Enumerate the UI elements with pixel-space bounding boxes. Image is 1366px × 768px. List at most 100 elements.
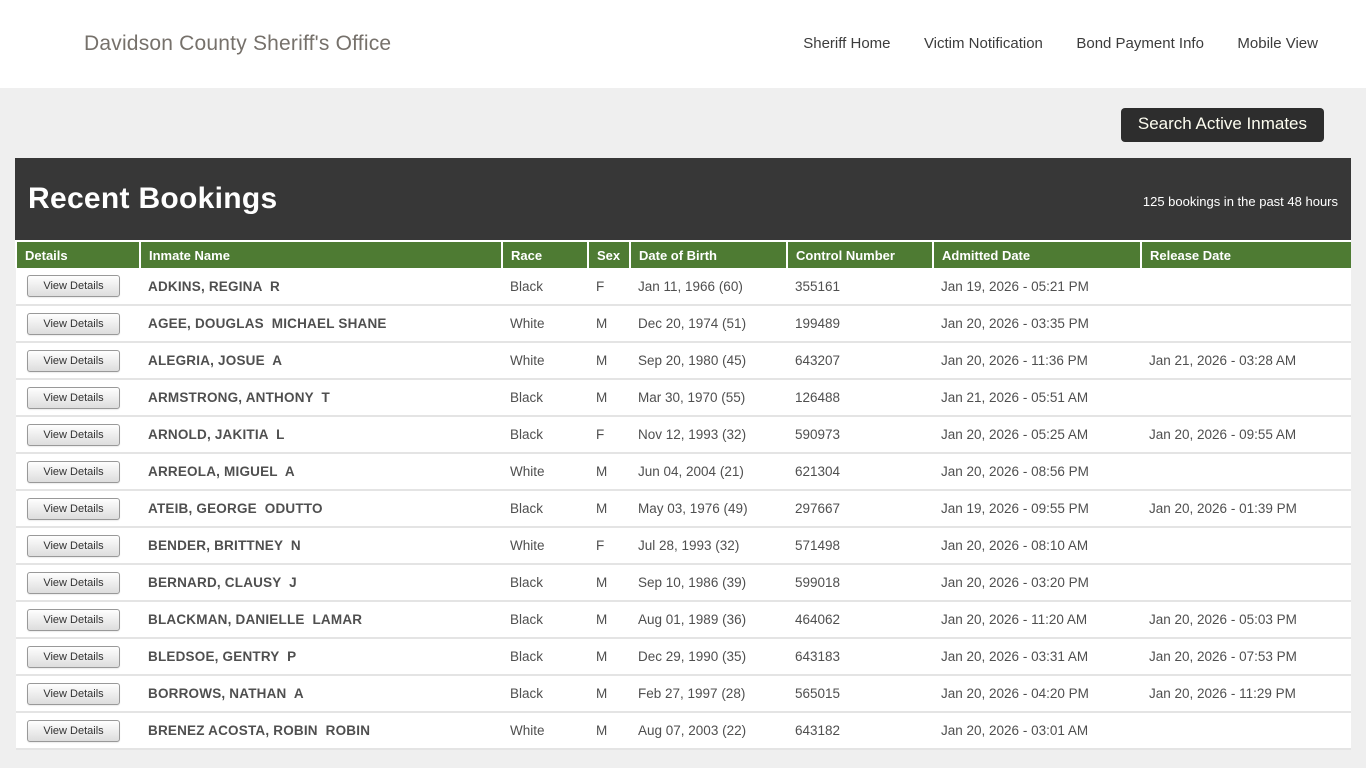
release-date: [1141, 379, 1351, 417]
inmate-dob: Aug 01, 1989 (36): [630, 601, 787, 639]
control-number: 199489: [787, 305, 933, 343]
col-header-date-of-birth: Date of Birth: [629, 240, 787, 268]
control-number: 565015: [787, 675, 933, 713]
admitted-date: Jan 20, 2026 - 08:10 AM: [933, 527, 1141, 565]
control-number: 621304: [787, 453, 933, 491]
nav-sheriff-home[interactable]: Sheriff Home: [803, 35, 890, 52]
nav-victim-notification[interactable]: Victim Notification: [924, 35, 1043, 52]
inmate-sex: M: [588, 638, 630, 676]
col-header-control-number: Control Number: [786, 240, 933, 268]
table-row: View Details BERNARD, CLAUSY J Black M S…: [16, 564, 1351, 602]
inmate-dob: Jan 11, 1966 (60): [630, 268, 787, 306]
nav-bond-payment-info[interactable]: Bond Payment Info: [1076, 35, 1204, 52]
bookings-table: Details Inmate Name Race Sex Date of Bir…: [15, 240, 1351, 750]
release-date: Jan 20, 2026 - 07:53 PM: [1141, 638, 1351, 676]
inmate-sex: M: [588, 305, 630, 343]
admitted-date: Jan 20, 2026 - 03:31 AM: [933, 638, 1141, 676]
inmate-race: Black: [502, 675, 588, 713]
inmate-race: Black: [502, 490, 588, 528]
view-details-button[interactable]: View Details: [27, 571, 120, 594]
admitted-date: Jan 20, 2026 - 03:01 AM: [933, 712, 1141, 750]
admitted-date: Jan 19, 2026 - 05:21 PM: [933, 268, 1141, 306]
inmate-sex: M: [588, 453, 630, 491]
inmate-sex: M: [588, 564, 630, 602]
view-details-button[interactable]: View Details: [27, 497, 120, 520]
release-date: Jan 20, 2026 - 05:03 PM: [1141, 601, 1351, 639]
inmate-race: White: [502, 527, 588, 565]
release-date: [1141, 527, 1351, 565]
inmate-race: Black: [502, 564, 588, 602]
control-number: 590973: [787, 416, 933, 454]
table-row: View Details ATEIB, GEORGE ODUTTO Black …: [16, 490, 1351, 528]
inmate-sex: M: [588, 342, 630, 380]
bookings-table-body: View Details ADKINS, REGINA R Black F Ja…: [16, 268, 1351, 750]
view-details-button[interactable]: View Details: [27, 423, 120, 446]
search-active-inmates-button[interactable]: Search Active Inmates: [1120, 108, 1324, 142]
admitted-date: Jan 19, 2026 - 09:55 PM: [933, 490, 1141, 528]
release-date: Jan 20, 2026 - 11:29 PM: [1141, 675, 1351, 713]
table-row: View Details ARMSTRONG, ANTHONY T Black …: [16, 379, 1351, 417]
inmate-name: ALEGRIA, JOSUE A: [140, 342, 502, 380]
nav-mobile-view[interactable]: Mobile View: [1237, 35, 1318, 52]
admitted-date: Jan 20, 2026 - 03:35 PM: [933, 305, 1141, 343]
view-details-button[interactable]: View Details: [27, 608, 120, 631]
inmate-dob: Nov 12, 1993 (32): [630, 416, 787, 454]
inmate-race: Black: [502, 416, 588, 454]
inmate-name: BORROWS, NATHAN A: [140, 675, 502, 713]
inmate-dob: Sep 10, 1986 (39): [630, 564, 787, 602]
inmate-race: Black: [502, 638, 588, 676]
control-number: 643182: [787, 712, 933, 750]
bookings-count-text: 125 bookings in the past 48 hours: [1142, 193, 1338, 209]
view-details-button[interactable]: View Details: [27, 682, 120, 705]
view-details-button[interactable]: View Details: [27, 312, 120, 335]
release-date: [1141, 268, 1351, 306]
inmate-name: BLEDSOE, GENTRY P: [140, 638, 502, 676]
view-details-button[interactable]: View Details: [27, 719, 120, 742]
view-details-button[interactable]: View Details: [27, 386, 120, 409]
inmate-dob: Dec 20, 1974 (51): [630, 305, 787, 343]
inmate-sex: F: [588, 416, 630, 454]
admitted-date: Jan 20, 2026 - 03:20 PM: [933, 564, 1141, 602]
site-title: Davidson County Sheriff's Office: [84, 32, 392, 55]
release-date: Jan 20, 2026 - 09:55 AM: [1141, 416, 1351, 454]
inmate-race: White: [502, 712, 588, 750]
inmate-name: ARMSTRONG, ANTHONY T: [140, 379, 502, 417]
admitted-date: Jan 20, 2026 - 05:25 AM: [933, 416, 1141, 454]
release-date: Jan 21, 2026 - 03:28 AM: [1141, 342, 1351, 380]
inmate-name: BENDER, BRITTNEY N: [140, 527, 502, 565]
table-row: View Details BLACKMAN, DANIELLE LAMAR Bl…: [16, 601, 1351, 639]
inmate-race: White: [502, 453, 588, 491]
inmate-sex: F: [588, 268, 630, 306]
inmate-race: White: [502, 305, 588, 343]
admitted-date: Jan 20, 2026 - 11:20 AM: [933, 601, 1141, 639]
inmate-name: BERNARD, CLAUSY J: [140, 564, 502, 602]
view-details-button[interactable]: View Details: [27, 460, 120, 483]
col-header-race: Race: [501, 240, 588, 268]
inmate-name: ARNOLD, JAKITIA L: [140, 416, 502, 454]
view-details-button[interactable]: View Details: [27, 275, 120, 297]
inmate-dob: Jul 28, 1993 (32): [630, 527, 787, 565]
inmate-dob: Sep 20, 1980 (45): [630, 342, 787, 380]
table-row: View Details ARNOLD, JAKITIA L Black F N…: [16, 416, 1351, 454]
recent-bookings-header: Recent Bookings 125 bookings in the past…: [15, 158, 1351, 240]
table-row: View Details BRENEZ ACOSTA, ROBIN ROBIN …: [16, 712, 1351, 750]
inmate-dob: Feb 27, 1997 (28): [630, 675, 787, 713]
control-number: 643183: [787, 638, 933, 676]
view-details-button[interactable]: View Details: [27, 349, 120, 372]
view-details-button[interactable]: View Details: [27, 645, 120, 668]
admitted-date: Jan 20, 2026 - 11:36 PM: [933, 342, 1141, 380]
table-header-row: Details Inmate Name Race Sex Date of Bir…: [15, 240, 1351, 268]
col-header-inmate-name: Inmate Name: [139, 240, 502, 268]
view-details-button[interactable]: View Details: [27, 534, 120, 557]
inmate-sex: M: [588, 601, 630, 639]
table-row: View Details ADKINS, REGINA R Black F Ja…: [16, 268, 1351, 306]
inmate-sex: M: [588, 490, 630, 528]
inmate-dob: May 03, 1976 (49): [630, 490, 787, 528]
table-row: View Details ARREOLA, MIGUEL A White M J…: [16, 453, 1351, 491]
control-number: 599018: [787, 564, 933, 602]
inmate-sex: M: [588, 712, 630, 750]
col-header-release-date: Release Date: [1140, 240, 1351, 268]
release-date: [1141, 453, 1351, 491]
table-row: View Details ALEGRIA, JOSUE A White M Se…: [16, 342, 1351, 380]
inmate-sex: F: [588, 527, 630, 565]
